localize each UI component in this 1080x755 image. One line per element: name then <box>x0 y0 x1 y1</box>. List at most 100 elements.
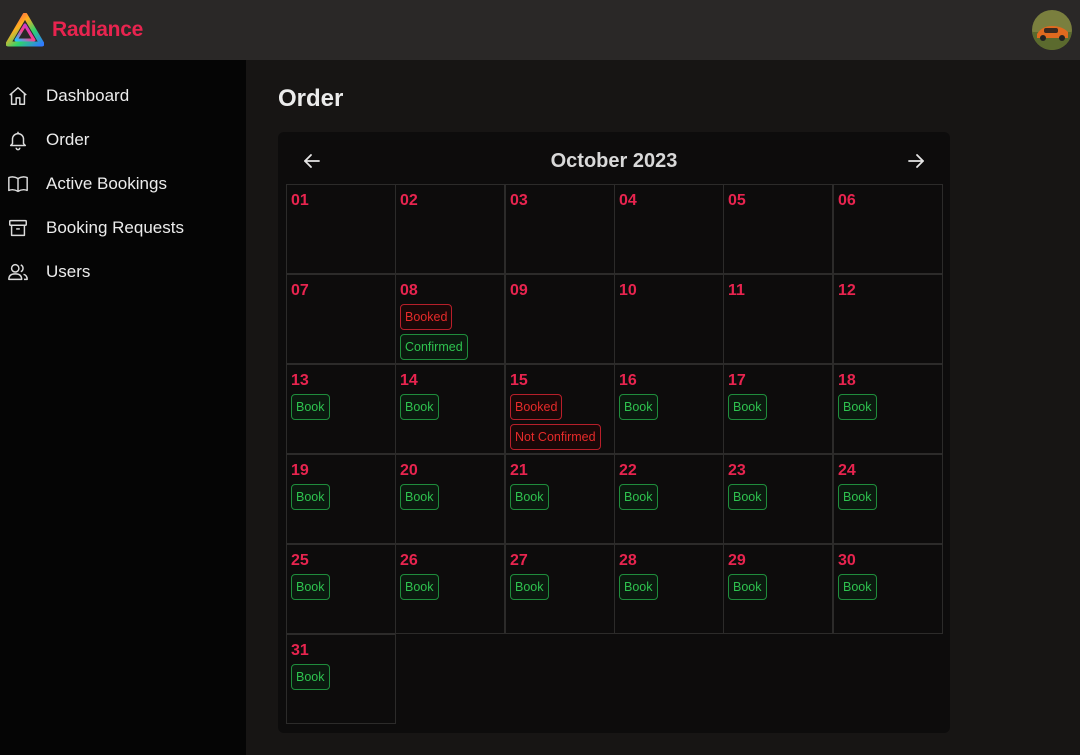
day-number: 05 <box>728 192 746 209</box>
calendar-day-cell[interactable]: 30 Book <box>833 544 943 634</box>
users-icon <box>8 263 28 281</box>
day-number: 16 <box>619 372 637 389</box>
book-button[interactable]: Book <box>291 664 330 690</box>
calendar-header: October 2023 <box>278 132 950 184</box>
calendar-day-cell[interactable]: 15 Booked Not Confirmed <box>505 364 615 454</box>
calendar-day-cell[interactable]: 22 Book <box>614 454 724 544</box>
sidebar-item-label: Booking Requests <box>46 218 184 237</box>
day-number: 09 <box>510 282 528 299</box>
calendar-day-cell[interactable]: 26 Book <box>395 544 505 634</box>
calendar-day-cell[interactable]: 09 <box>505 274 615 364</box>
badge-row: Confirmed <box>400 334 500 364</box>
calendar-day-cell[interactable]: 19 Book <box>286 454 396 544</box>
book-button[interactable]: Book <box>400 484 439 510</box>
book-button[interactable]: Book <box>400 394 439 420</box>
book-button[interactable]: Book <box>838 394 877 420</box>
status-badge: Booked <box>400 304 453 330</box>
calendar-day-cell[interactable]: 17 Book <box>723 364 833 454</box>
badge-row: Book <box>291 664 391 694</box>
book-button[interactable]: Book <box>728 574 767 600</box>
day-number: 07 <box>291 282 309 299</box>
badge-row: Not Confirmed <box>510 424 610 454</box>
sidebar-item-label: Users <box>46 262 91 281</box>
calendar-day-cell[interactable]: 27 Book <box>505 544 615 634</box>
calendar-day-cell[interactable]: 24 Book <box>833 454 943 544</box>
day-number: 08 <box>400 282 418 299</box>
day-number: 24 <box>838 462 856 479</box>
brand[interactable]: Radiance <box>6 13 143 47</box>
day-number: 25 <box>291 552 309 569</box>
arrow-right-icon[interactable] <box>904 149 928 173</box>
calendar-day-cell[interactable]: 05 <box>723 184 833 274</box>
day-number: 21 <box>510 462 528 479</box>
calendar-day-cell[interactable]: 11 <box>723 274 833 364</box>
calendar-day-cell[interactable]: 31 Book <box>286 634 396 724</box>
day-number: 12 <box>838 282 856 299</box>
badge-row: Book <box>838 484 938 514</box>
book-button[interactable]: Book <box>291 394 330 420</box>
book-button[interactable]: Book <box>510 574 549 600</box>
avatar[interactable] <box>1032 10 1072 50</box>
calendar-day-cell[interactable]: 18 Book <box>833 364 943 454</box>
book-button[interactable]: Book <box>400 574 439 600</box>
sidebar-item-booking-requests[interactable]: Booking Requests <box>0 206 246 250</box>
book-button[interactable]: Book <box>728 394 767 420</box>
badge-row: Book <box>510 484 610 514</box>
day-number: 29 <box>728 552 746 569</box>
book-button[interactable]: Book <box>728 484 767 510</box>
badge-row: Book <box>400 394 500 424</box>
calendar-day-cell[interactable]: 02 <box>395 184 505 274</box>
calendar-day-cell[interactable]: 01 <box>286 184 396 274</box>
book-button[interactable]: Book <box>291 484 330 510</box>
day-number: 19 <box>291 462 309 479</box>
day-number: 15 <box>510 372 528 389</box>
badge-row: Book <box>400 484 500 514</box>
sidebar-item-dashboard[interactable]: Dashboard <box>0 74 246 118</box>
sidebar-item-users[interactable]: Users <box>0 250 246 294</box>
calendar-day-cell[interactable]: 16 Book <box>614 364 724 454</box>
book-button[interactable]: Book <box>510 484 549 510</box>
sidebar-item-active-bookings[interactable]: Active Bookings <box>0 162 246 206</box>
calendar-day-cell[interactable]: 29 Book <box>723 544 833 634</box>
app-name: Radiance <box>52 18 143 41</box>
badge-row: Book <box>728 574 828 604</box>
book-button[interactable]: Book <box>619 484 658 510</box>
day-number: 02 <box>400 192 418 209</box>
calendar-day-cell[interactable]: 04 <box>614 184 724 274</box>
sidebar-item-label: Active Bookings <box>46 174 167 193</box>
calendar-day-cell[interactable]: 23 Book <box>723 454 833 544</box>
day-number: 17 <box>728 372 746 389</box>
calendar-day-cell[interactable]: 10 <box>614 274 724 364</box>
day-number: 22 <box>619 462 637 479</box>
day-number: 03 <box>510 192 528 209</box>
badge-row: Book <box>510 574 610 604</box>
calendar-day-cell[interactable]: 07 <box>286 274 396 364</box>
badge-row: Book <box>291 394 391 424</box>
calendar-day-cell[interactable]: 12 <box>833 274 943 364</box>
calendar-day-cell[interactable]: 14 Book <box>395 364 505 454</box>
calendar-day-cell[interactable]: 06 <box>833 184 943 274</box>
day-number: 13 <box>291 372 309 389</box>
calendar-day-cell[interactable]: 20 Book <box>395 454 505 544</box>
calendar-day-cell[interactable]: 13 Book <box>286 364 396 454</box>
calendar-day-cell[interactable]: 08 Booked Confirmed <box>395 274 505 364</box>
book-button[interactable]: Book <box>838 574 877 600</box>
badge-row: Book <box>400 574 500 604</box>
book-button[interactable]: Book <box>619 574 658 600</box>
calendar-day-cell[interactable]: 25 Book <box>286 544 396 634</box>
book-button[interactable]: Book <box>619 394 658 420</box>
main-content: Order October 2023 01 02 03 04 05 06 07 08 Booke… <box>246 60 1080 755</box>
day-number: 30 <box>838 552 856 569</box>
badge-row: Booked <box>400 304 500 334</box>
book-button[interactable]: Book <box>838 484 877 510</box>
badge-row: Book <box>838 394 938 424</box>
calendar-day-cell[interactable]: 21 Book <box>505 454 615 544</box>
status-badge: Not Confirmed <box>510 424 601 450</box>
badge-row: Book <box>619 484 719 514</box>
sidebar-item-label: Dashboard <box>46 86 130 105</box>
bell-icon <box>9 131 27 151</box>
sidebar-item-order[interactable]: Order <box>0 118 246 162</box>
calendar-day-cell[interactable]: 28 Book <box>614 544 724 634</box>
book-button[interactable]: Book <box>291 574 330 600</box>
calendar-day-cell[interactable]: 03 <box>505 184 615 274</box>
